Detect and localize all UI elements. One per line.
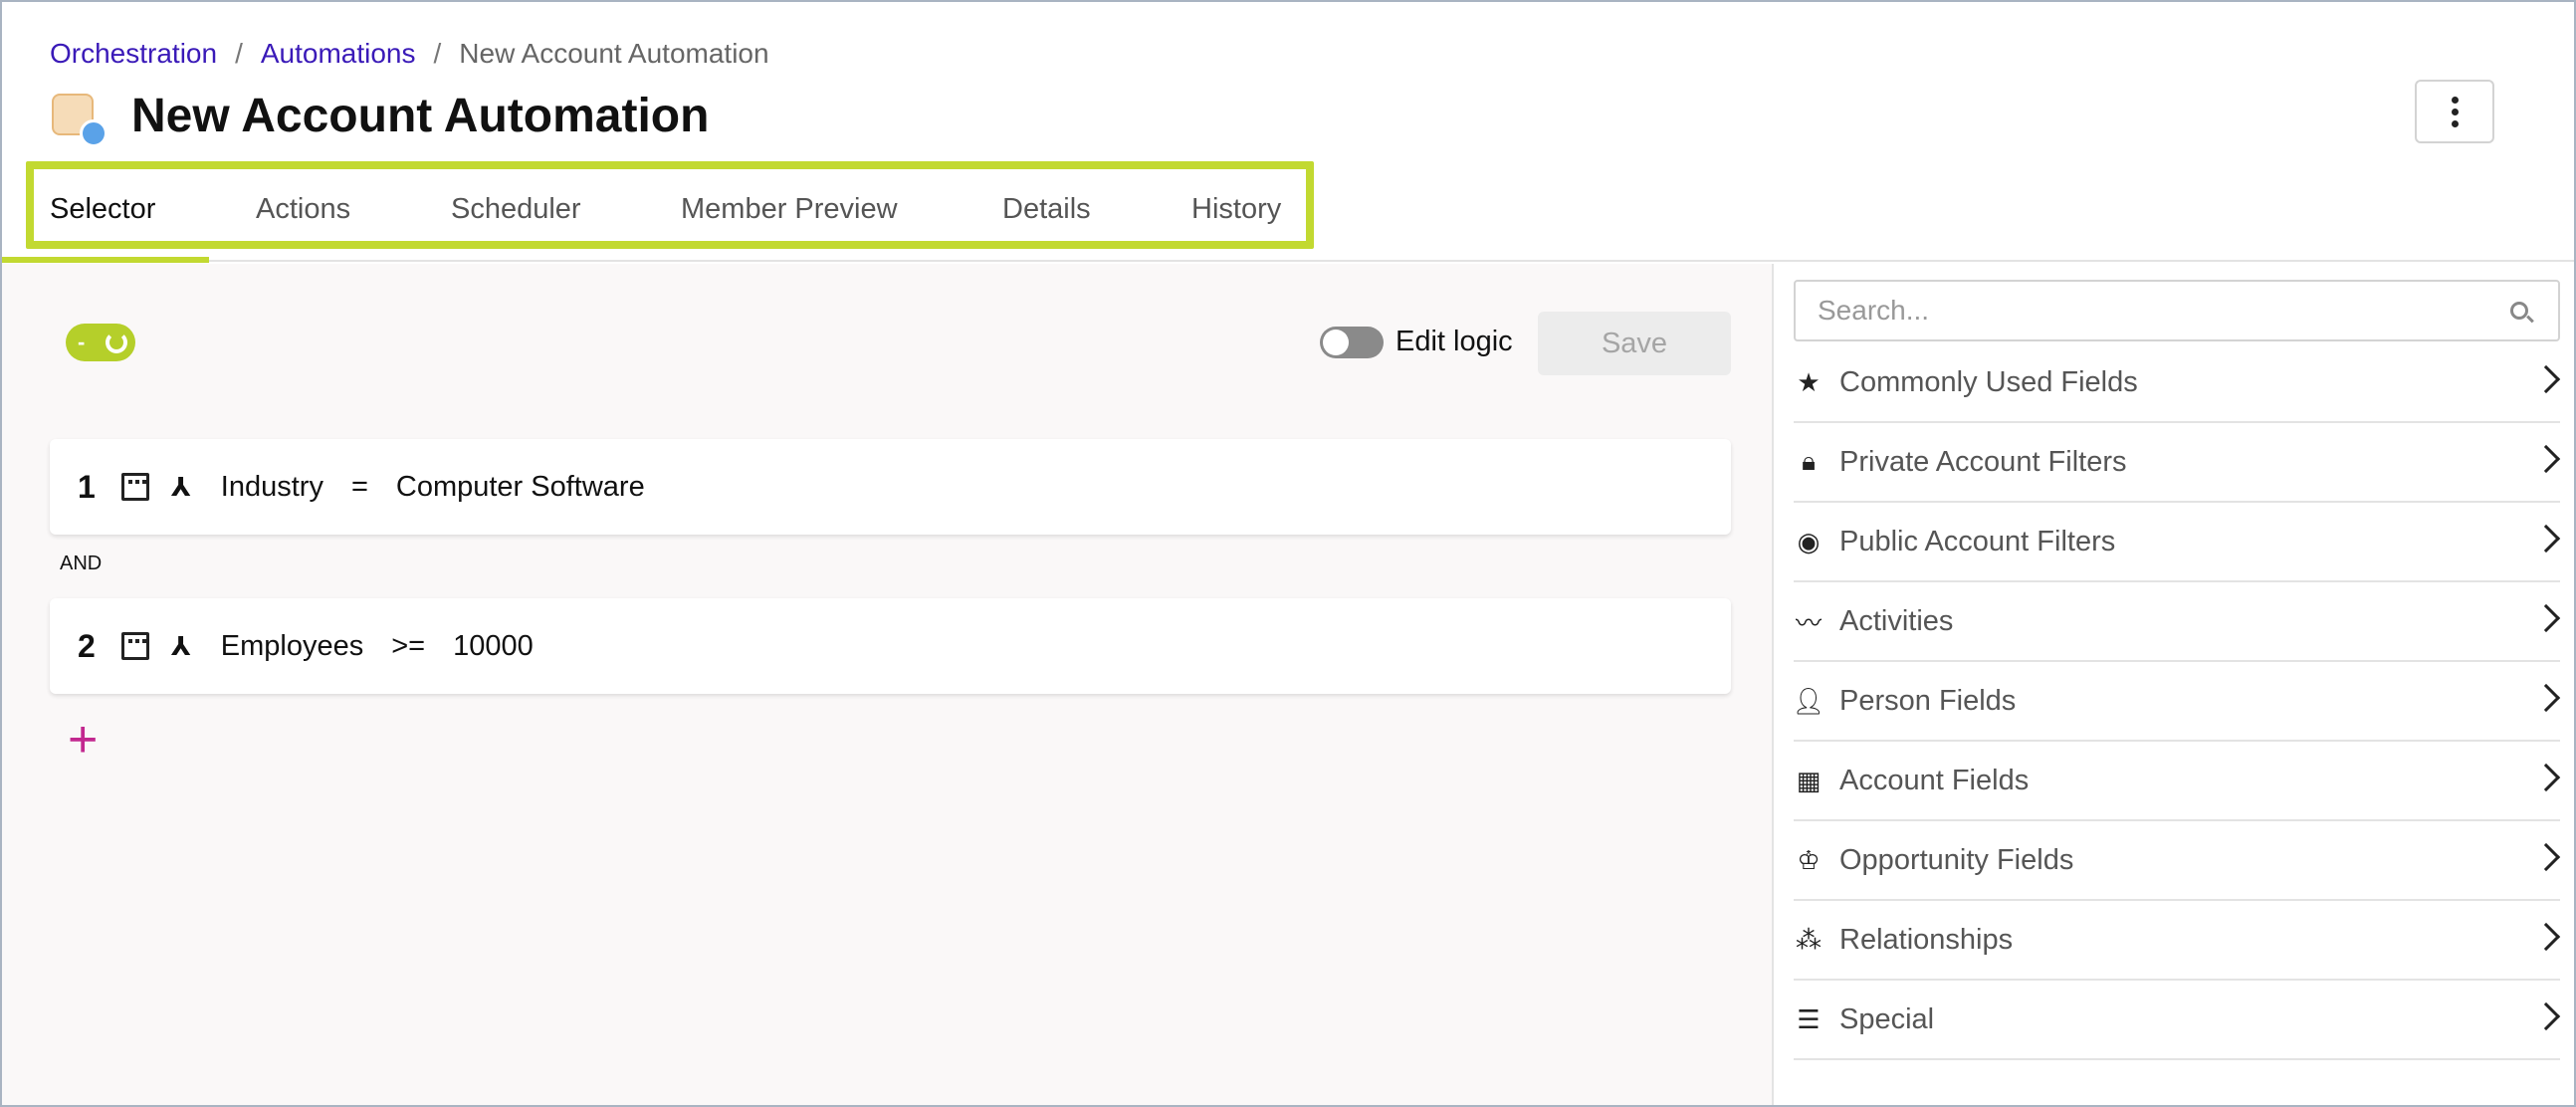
category-special[interactable]: ☰ Special — [1794, 981, 2561, 1060]
relationships-icon: ⁂ — [1796, 924, 1822, 955]
chevron-right-icon — [2531, 683, 2561, 713]
automation-icon — [50, 88, 107, 147]
category-activities[interactable]: 〰 Activities — [1794, 582, 2561, 662]
category-label: Commonly Used Fields — [1839, 365, 2138, 398]
breadcrumb-orchestration[interactable]: Orchestration — [50, 38, 217, 70]
tabs-highlight-box — [26, 161, 1314, 249]
chevron-right-icon — [2531, 922, 2561, 952]
rule-value[interactable]: Computer Software — [396, 471, 645, 504]
active-tab-indicator — [0, 257, 209, 263]
category-account-fields[interactable]: ▦ Account Fields — [1794, 742, 2561, 821]
search-input[interactable] — [1818, 295, 2494, 327]
eye-icon: ◉ — [1797, 526, 1821, 556]
rule-field[interactable]: Industry — [221, 471, 323, 504]
tab-history[interactable]: History — [1191, 171, 1281, 261]
building-icon — [121, 473, 149, 501]
tab-member-preview[interactable]: Member Preview — [681, 171, 898, 261]
edit-logic-label: Edit logic — [1395, 326, 1513, 357]
save-button[interactable]: Save — [1538, 312, 1731, 375]
chevron-right-icon — [2531, 524, 2561, 554]
star-icon: ★ — [1797, 366, 1821, 397]
rule-value[interactable]: 10000 — [453, 630, 534, 663]
logic-toggle-pill[interactable]: - — [66, 324, 135, 361]
edit-logic-control: Edit logic — [1320, 326, 1513, 358]
category-label: Public Account Filters — [1839, 525, 2116, 557]
tab-scheduler[interactable]: Scheduler — [451, 171, 581, 261]
category-opportunity-fields[interactable]: ♔ Opportunity Fields — [1794, 821, 2561, 901]
page-title: New Account Automation — [131, 89, 710, 142]
category-label: Special — [1839, 1002, 1935, 1035]
minus-symbol: - — [78, 330, 86, 354]
pulse-icon: 〰 — [1795, 607, 1822, 638]
edit-logic-switch[interactable] — [1320, 326, 1384, 358]
field-sidebar: ★ Commonly Used Fields 🔒︎ Private Accoun… — [1776, 264, 2576, 1107]
category-list: ★ Commonly Used Fields 🔒︎ Private Accoun… — [1792, 343, 2561, 1060]
category-label: Opportunity Fields — [1839, 843, 2074, 876]
chevron-right-icon — [2531, 444, 2561, 474]
tab-actions[interactable]: Actions — [256, 171, 350, 261]
rule-operator[interactable]: = — [351, 471, 368, 504]
refresh-icon — [106, 332, 127, 353]
chevron-right-icon — [2531, 763, 2561, 792]
search-icon[interactable] — [2510, 302, 2528, 320]
breadcrumb-current: New Account Automation — [459, 38, 769, 69]
page-header: Orchestration / Automations / New Accoun… — [0, 0, 2576, 263]
more-options-button[interactable] — [2415, 80, 2494, 143]
search-box — [1794, 280, 2560, 341]
merge-icon: ⅄ — [171, 471, 191, 502]
rule-number: 1 — [78, 468, 96, 505]
chevron-right-icon — [2531, 603, 2561, 633]
breadcrumb-separator: / — [433, 38, 442, 69]
tab-details[interactable]: Details — [1002, 171, 1091, 261]
kebab-icon — [2451, 96, 2459, 127]
rule-row[interactable]: 2 ⅄ Employees >= 10000 — [50, 598, 1731, 694]
rule-number: 2 — [78, 627, 96, 664]
breadcrumb: Orchestration / Automations / New Accoun… — [50, 38, 769, 70]
category-label: Relationships — [1839, 923, 2014, 956]
chevron-right-icon — [2531, 364, 2561, 394]
rule-row[interactable]: 1 ⅄ Industry = Computer Software — [50, 439, 1731, 535]
category-public-account-filters[interactable]: ◉ Public Account Filters — [1794, 503, 2561, 582]
title-row: New Account Automation — [50, 88, 710, 147]
person-icon: 👤︎ — [1792, 685, 1825, 716]
tab-selector[interactable]: Selector — [50, 171, 155, 261]
category-label: Account Fields — [1839, 764, 2030, 796]
category-commonly-used-fields[interactable]: ★ Commonly Used Fields — [1794, 343, 2561, 423]
conjunction-label[interactable]: AND — [60, 553, 102, 575]
category-label: Person Fields — [1839, 684, 2017, 717]
breadcrumb-automations[interactable]: Automations — [261, 38, 416, 70]
add-rule-button[interactable]: + — [68, 714, 98, 766]
selector-panel: - Edit logic Save 1 ⅄ Industry = Compute… — [0, 264, 1774, 1107]
rule-field[interactable]: Employees — [221, 630, 363, 663]
chevron-right-icon — [2531, 842, 2561, 872]
chevron-right-icon — [2531, 1001, 2561, 1031]
rule-operator[interactable]: >= — [391, 630, 425, 663]
merge-icon: ⅄ — [171, 630, 191, 661]
category-relationships[interactable]: ⁂ Relationships — [1794, 901, 2561, 981]
building-icon — [121, 632, 149, 660]
building-icon: ▦ — [1796, 765, 1822, 795]
crown-icon: ♔ — [1797, 844, 1821, 875]
category-label: Private Account Filters — [1839, 445, 2127, 478]
breadcrumb-separator: / — [235, 38, 243, 69]
lock-icon: 🔒︎ — [1802, 446, 1816, 476]
category-private-account-filters[interactable]: 🔒︎ Private Account Filters — [1794, 423, 2561, 503]
list-icon: ☰ — [1797, 1003, 1821, 1034]
category-person-fields[interactable]: 👤︎ Person Fields — [1792, 662, 2561, 742]
category-label: Activities — [1839, 604, 1954, 637]
